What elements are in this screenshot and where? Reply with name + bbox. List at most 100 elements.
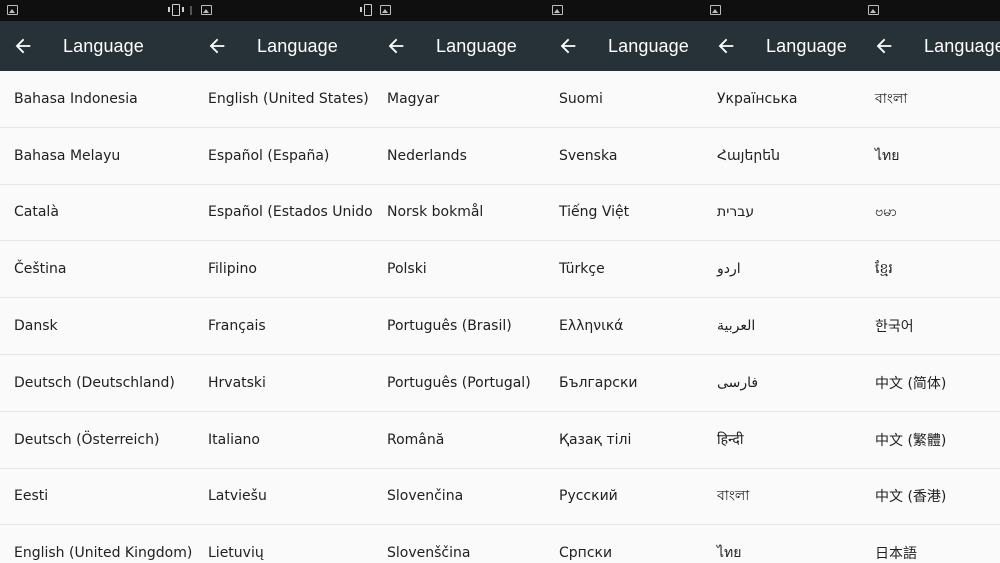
language-list-item[interactable]: اردو [703,241,861,299]
language-list-item[interactable]: English (United Kingdom) [0,525,194,563]
language-list-item[interactable]: English (United States) [194,71,373,128]
language-list-item[interactable]: Italiano [194,412,373,469]
language-name: বাংলা [717,488,750,505]
language-list-item[interactable]: বাংলা [861,71,1000,128]
language-list-item[interactable]: Polski [373,241,545,299]
status-bar [861,0,1000,21]
language-name: ខ្មែរ [875,260,893,277]
language-name: ဗမာ [875,203,897,220]
image-icon [552,5,563,15]
language-name: Српски [559,545,613,562]
language-list-item[interactable]: Eesti [0,469,194,526]
language-name: Română [387,431,445,448]
language-list-item[interactable]: Español (Estados Unidos) [194,185,373,242]
language-list-item[interactable]: 中文 (繁體) [861,412,1000,469]
language-list-item[interactable]: Bahasa Melayu [0,128,194,185]
language-list-item[interactable]: Български [545,355,703,412]
language-list-item[interactable]: ខ្មែរ [861,241,1000,299]
language-list-item[interactable]: Svenska [545,128,703,185]
language-name: Norsk bokmål [387,204,484,221]
language-name: Polski [387,261,427,278]
language-list-item[interactable]: Nederlands [373,128,545,185]
language-list-item[interactable]: Dansk [0,298,194,355]
language-list: Bahasa Indonesia Bahasa Melayu Català Če… [0,71,194,563]
language-list-item[interactable]: ไทย [703,525,861,563]
language-screen-panel: Language Magyar Nederlands Norsk bokmål … [373,0,545,563]
language-name: עברית [717,204,755,221]
language-name: Ελληνικά [559,318,624,335]
language-list-item[interactable]: Қазақ тілі [545,412,703,469]
arrow-back-icon[interactable] [206,35,228,57]
language-name: Español (Estados Unidos) [208,204,373,221]
arrow-back-icon[interactable] [385,35,407,57]
language-name: Deutsch (Deutschland) [14,374,175,391]
language-list-item[interactable]: বাংলা [703,469,861,526]
language-name: Hrvatski [208,374,266,391]
language-list-item[interactable]: Српски [545,525,703,563]
language-list-item[interactable]: Suomi [545,71,703,128]
language-list-item[interactable]: Deutsch (Österreich) [0,412,194,469]
arrow-back-icon[interactable] [12,35,34,57]
language-list-item[interactable]: Filipino [194,241,373,299]
arrow-back-icon[interactable] [715,35,737,57]
language-name: Italiano [208,431,260,448]
language-list-item[interactable]: Հայերեն [703,128,861,185]
language-name: Українська [717,90,798,107]
language-list-item[interactable]: Magyar [373,71,545,128]
language-list-item[interactable]: العربية [703,298,861,355]
language-list-item[interactable]: Ελληνικά [545,298,703,355]
language-list-item[interactable]: Latviešu [194,469,373,526]
language-name: ไทย [717,545,742,562]
language-list-item[interactable]: 中文 (简体) [861,355,1000,412]
language-list-item[interactable]: Deutsch (Deutschland) [0,355,194,412]
language-list-item[interactable]: Українська [703,71,861,128]
language-name: 中文 (繁體) [875,432,947,449]
language-list-item[interactable]: Bahasa Indonesia [0,71,194,128]
app-bar: Language [861,21,1000,71]
language-list-item[interactable]: Lietuvių [194,525,373,563]
status-bar [194,0,373,21]
language-list-item[interactable]: Español (España) [194,128,373,185]
language-list-item[interactable]: ဗမာ [861,185,1000,242]
language-list-item[interactable]: فارسی [703,355,861,412]
language-list-item[interactable]: Slovenščina [373,525,545,563]
language-list-item[interactable]: Português (Portugal) [373,355,545,412]
language-name: Nederlands [387,147,467,164]
language-list-item[interactable]: Русский [545,469,703,526]
language-list-item[interactable]: Hrvatski [194,355,373,412]
language-list-item[interactable]: Français [194,298,373,355]
language-name: Español (España) [208,147,330,164]
language-list-item[interactable]: हिन्दी [703,412,861,469]
arrow-back-icon[interactable] [873,35,895,57]
language-name: Català [14,204,59,221]
page-title: Language [436,36,517,56]
language-list-item[interactable]: עברית [703,185,861,242]
language-name: 日本語 [875,546,917,563]
language-list-item[interactable]: Română [373,412,545,469]
language-list-item[interactable]: 中文 (香港) [861,469,1000,526]
language-name: Latviešu [208,488,267,505]
language-list-item[interactable]: Tiếng Việt [545,185,703,242]
language-name: Русский [559,488,618,505]
language-list-item[interactable]: Català [0,185,194,242]
vibrate-icon [168,4,184,16]
language-list-item[interactable]: 日本語 [861,525,1000,563]
language-name: Bahasa Indonesia [14,90,138,107]
arrow-back-icon[interactable] [557,35,579,57]
language-list-item[interactable]: Slovenčina [373,469,545,526]
language-name: हिन्दी [717,432,744,449]
page-title: Language [608,36,689,56]
language-list-item[interactable]: Português (Brasil) [373,298,545,355]
language-list: English (United States) Español (España)… [194,71,373,563]
status-bar [703,0,861,21]
language-name: Қазақ тілі [559,431,632,448]
language-list-item[interactable]: ไทย [861,128,1000,185]
language-screen-panel: Language English (United States) Español… [194,0,373,563]
language-list-item[interactable]: Čeština [0,241,194,299]
language-list-item[interactable]: Norsk bokmål [373,185,545,242]
language-name: বাংলা [875,90,908,107]
language-list-item[interactable]: 한국어 [861,298,1000,355]
language-name: Tiếng Việt [559,204,630,221]
image-icon [201,5,212,15]
language-list-item[interactable]: Türkçe [545,241,703,299]
